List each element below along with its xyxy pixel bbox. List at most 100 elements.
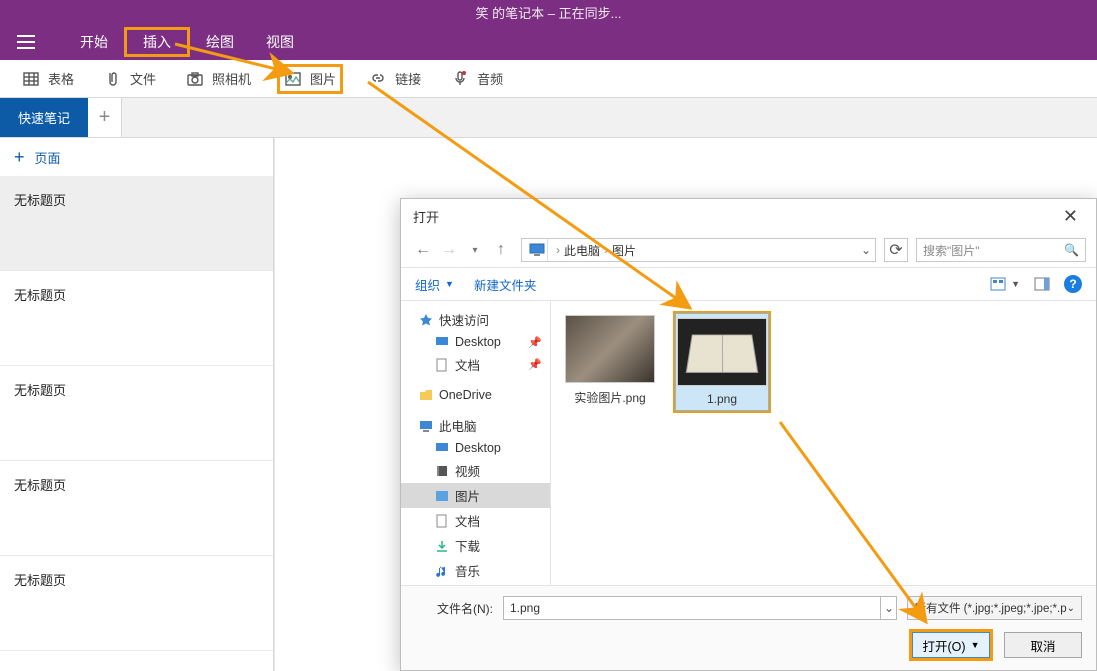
nav-forward-button[interactable]: → <box>437 238 461 262</box>
microphone-icon <box>451 70 469 88</box>
filename-value: 1.png <box>510 601 540 615</box>
film-icon <box>435 464 449 478</box>
chevron-down-icon: ⌄ <box>1067 603 1075 614</box>
breadcrumb-root[interactable]: 此电脑 <box>564 242 600 259</box>
dialog-title: 打开 <box>413 207 439 226</box>
file-item-selected[interactable]: 1.png <box>673 311 771 413</box>
chevron-down-icon: ▼ <box>971 640 980 650</box>
file-grid: 实验图片.png 1.png <box>551 301 1096 585</box>
chevron-down-icon[interactable]: ⌄ <box>880 597 896 619</box>
file-item[interactable]: 实验图片.png <box>561 311 659 410</box>
filetype-value: 所有文件 (*.jpg;*.jpeg;*.jpe;*.p <box>914 600 1066 616</box>
tool-camera-label: 照相机 <box>212 69 251 88</box>
close-icon[interactable]: ✕ <box>1057 206 1084 227</box>
add-page-button[interactable]: + 页面 <box>0 138 273 176</box>
nav-up-button[interactable]: ↑ <box>489 238 513 262</box>
tool-table-label: 表格 <box>48 69 74 88</box>
tool-file[interactable]: 文件 <box>100 64 160 94</box>
hamburger-icon[interactable] <box>8 35 44 49</box>
search-icon: 🔍 <box>1064 243 1079 257</box>
picture-icon <box>435 489 449 503</box>
thumbnail <box>565 315 655 383</box>
dialog-title-bar: 打开 ✕ <box>401 199 1096 233</box>
preview-pane-button[interactable] <box>1034 277 1050 291</box>
filetype-select[interactable]: 所有文件 (*.jpg;*.jpeg;*.jpe;*.p ⌄ <box>907 596 1082 620</box>
page-item[interactable]: 无标题页 <box>0 556 273 651</box>
document-icon <box>435 514 449 528</box>
tree-quick-access[interactable]: 快速访问 <box>401 307 550 332</box>
tree-documents[interactable]: 文档📌 <box>401 352 550 377</box>
refresh-button[interactable]: ⟳ <box>884 238 908 262</box>
page-item[interactable]: 无标题页 <box>0 271 273 366</box>
tool-audio[interactable]: 音频 <box>447 64 507 94</box>
monitor-icon <box>435 335 449 349</box>
tree-downloads[interactable]: 下载 <box>401 533 550 558</box>
tree-desktop[interactable]: Desktop📌 <box>401 332 550 352</box>
page-item[interactable]: 无标题页 <box>0 461 273 556</box>
chevron-right-icon: › <box>604 243 608 257</box>
breadcrumb[interactable]: › 此电脑 › 图片 ⌄ <box>521 238 876 262</box>
menu-bar: 开始 插入 绘图 视图 <box>0 24 1097 60</box>
nav-recent-button[interactable]: ▾ <box>463 238 487 262</box>
tool-link-label: 链接 <box>395 69 421 88</box>
file-open-dialog: 打开 ✕ ← → ▾ ↑ › 此电脑 › 图片 ⌄ ⟳ 搜索"图片" 🔍 组织▼… <box>400 198 1097 671</box>
dialog-nav: ← → ▾ ↑ › 此电脑 › 图片 ⌄ ⟳ 搜索"图片" 🔍 <box>401 233 1096 267</box>
tab-draw[interactable]: 绘图 <box>190 27 250 57</box>
page-item[interactable]: 无标题页 <box>0 366 273 461</box>
document-icon <box>435 358 449 372</box>
organize-button[interactable]: 组织▼ <box>415 275 454 294</box>
filename-label: 文件名(N): <box>415 600 493 617</box>
tree-music[interactable]: 音乐 <box>401 558 550 583</box>
pc-icon <box>526 239 548 261</box>
search-input[interactable]: 搜索"图片" 🔍 <box>916 238 1086 262</box>
star-icon <box>419 313 433 327</box>
file-name: 实验图片.png <box>574 389 645 406</box>
new-folder-button[interactable]: 新建文件夹 <box>474 275 537 294</box>
folder-tree: 快速访问 Desktop📌 文档📌 OneDrive 此电脑 Desktop 视… <box>401 301 551 585</box>
tool-file-label: 文件 <box>130 69 156 88</box>
dialog-toolbar: 组织▼ 新建文件夹 ▼ ? <box>401 267 1096 301</box>
tab-home[interactable]: 开始 <box>64 27 124 57</box>
camera-icon <box>186 70 204 88</box>
tool-table[interactable]: 表格 <box>18 64 78 94</box>
title-bar: 笑 的笔记本 – 正在同步... <box>0 0 1097 24</box>
section-tab-active[interactable]: 快速笔记 <box>0 98 88 137</box>
tab-view[interactable]: 视图 <box>250 27 310 57</box>
view-mode-button[interactable]: ▼ <box>990 277 1020 291</box>
paperclip-icon <box>104 70 122 88</box>
nav-back-button[interactable]: ← <box>411 238 435 262</box>
tool-camera[interactable]: 照相机 <box>182 64 255 94</box>
thumbnail <box>677 318 767 386</box>
tree-pc-documents[interactable]: 文档 <box>401 508 550 533</box>
tree-pc-desktop[interactable]: Desktop <box>401 438 550 458</box>
tree-pictures[interactable]: 图片 <box>401 483 550 508</box>
file-name: 1.png <box>707 392 737 406</box>
add-section-button[interactable]: + <box>88 98 122 137</box>
title-text: 笑 的笔记本 – 正在同步... <box>476 3 622 22</box>
cancel-button[interactable]: 取消 <box>1004 632 1082 658</box>
search-placeholder: 搜索"图片" <box>923 242 980 259</box>
tool-audio-label: 音频 <box>477 69 503 88</box>
section-tabs: 快速笔记 + <box>0 98 1097 138</box>
tree-videos[interactable]: 视频 <box>401 458 550 483</box>
filename-input[interactable]: 1.png ⌄ <box>503 596 897 620</box>
folder-icon <box>419 388 433 402</box>
tree-onedrive[interactable]: OneDrive <box>401 385 550 405</box>
tab-insert[interactable]: 插入 <box>124 27 190 57</box>
pin-icon: 📌 <box>528 358 542 371</box>
page-list: + 页面 无标题页 无标题页 无标题页 无标题页 无标题页 <box>0 138 274 671</box>
chevron-right-icon: › <box>556 243 560 257</box>
chevron-down-icon[interactable]: ⌄ <box>857 243 875 257</box>
tool-picture[interactable]: 图片 <box>277 64 343 94</box>
open-button[interactable]: 打开(O)▼ <box>912 632 990 658</box>
pc-icon <box>419 419 433 433</box>
preview-icon <box>1034 277 1050 291</box>
tree-this-pc[interactable]: 此电脑 <box>401 413 550 438</box>
tool-link[interactable]: 链接 <box>365 64 425 94</box>
page-item[interactable]: 无标题页 <box>0 176 273 271</box>
music-icon <box>435 564 449 578</box>
breadcrumb-folder[interactable]: 图片 <box>612 242 636 259</box>
tool-picture-label: 图片 <box>310 69 336 88</box>
help-icon[interactable]: ? <box>1064 275 1082 293</box>
add-page-label: 页面 <box>35 148 61 167</box>
